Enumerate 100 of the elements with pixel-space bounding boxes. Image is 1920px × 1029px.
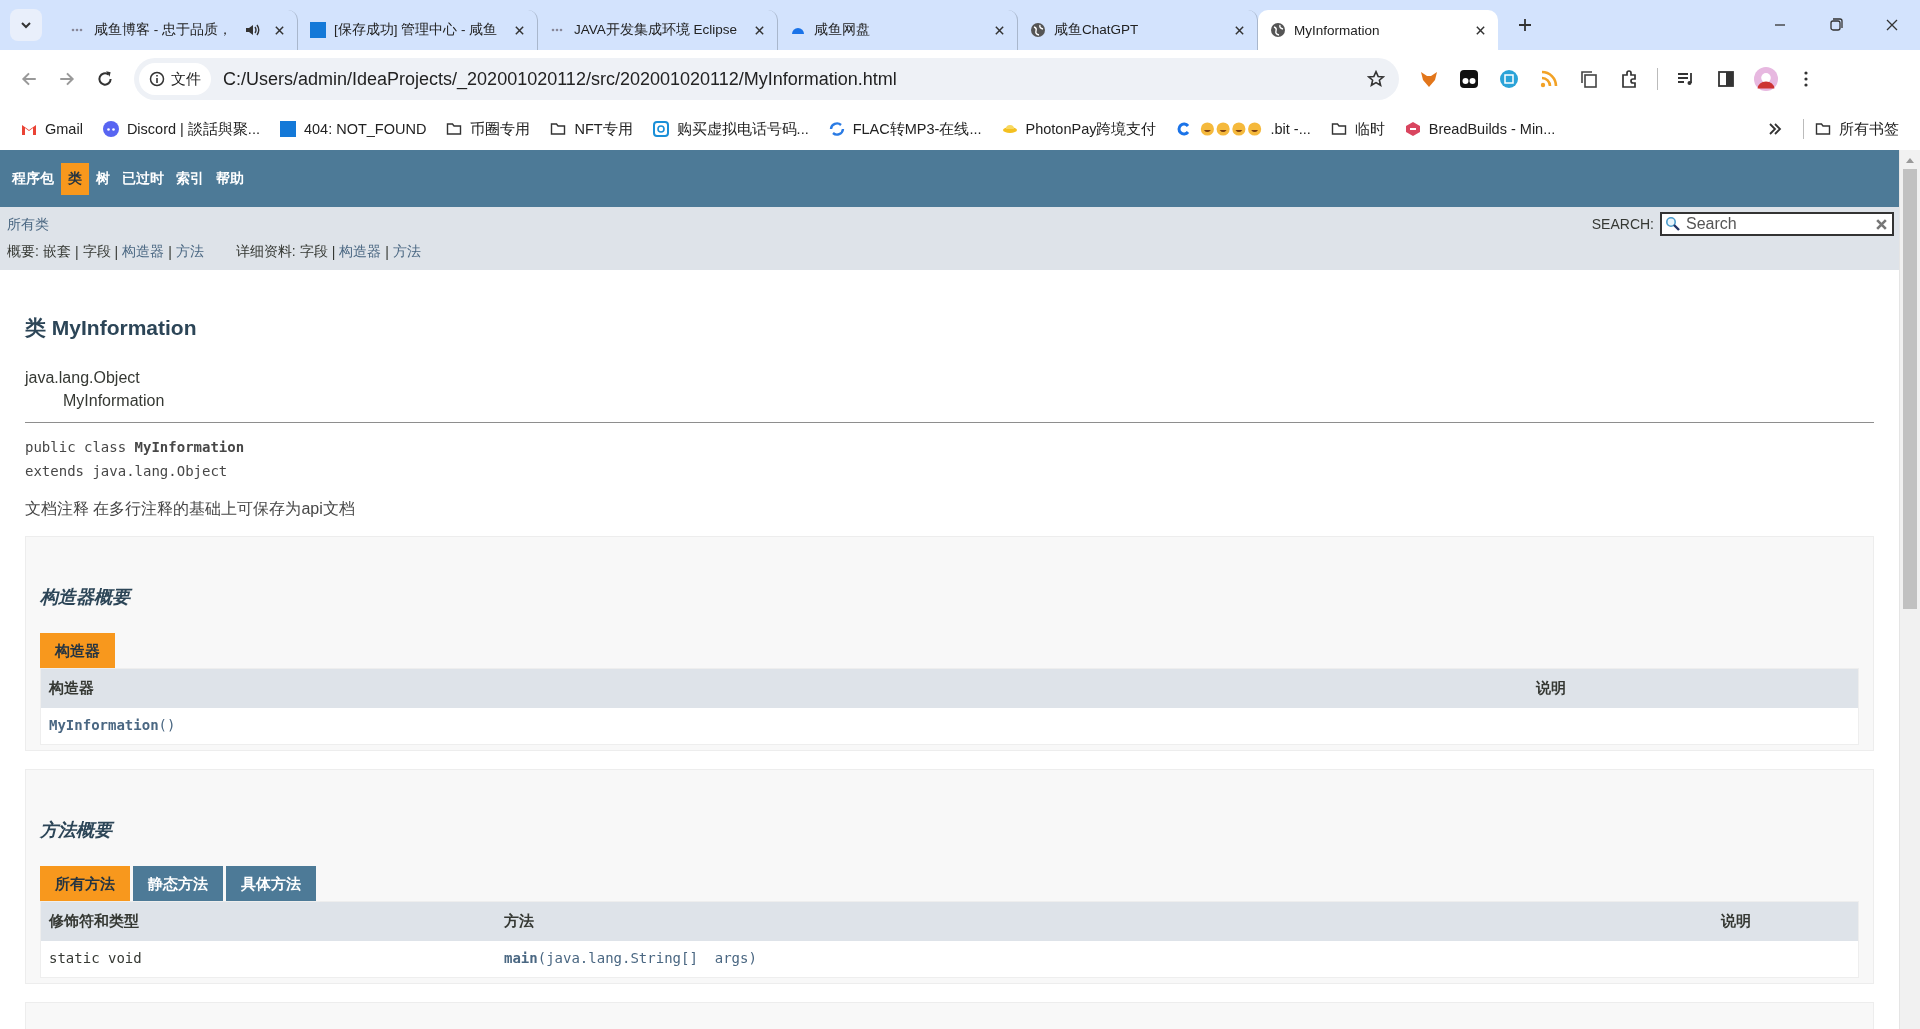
nav-link[interactable]: 帮助 [211, 163, 249, 194]
all-bookmarks-folder[interactable]: 所有书签 [1806, 115, 1908, 143]
tab-title: [保存成功] 管理中心 - 咸鱼 [334, 21, 499, 39]
tab-title: 咸鱼网盘 [814, 21, 871, 39]
column-header: 修饰符和类型 [41, 902, 496, 941]
nav-link[interactable]: 索引 [171, 163, 209, 194]
bookmark[interactable]: Discord | 談話與聚... [93, 115, 269, 143]
em-logo-icon [279, 121, 296, 137]
bookmark-label: 404: NOT_FOUND [303, 121, 427, 137]
bookmark[interactable]: 币圈专用 [437, 115, 540, 143]
detail-link[interactable]: 方法 [393, 243, 421, 262]
bookmark-label: 币圈专用 [470, 119, 531, 139]
bookmark-label: PhotonPay跨境支付 [1025, 119, 1157, 139]
bookmark-label: Gmail [45, 121, 83, 137]
detail-label: 详细资料: [235, 243, 296, 262]
section-heading: 方法概要 [40, 818, 1859, 842]
bookmark[interactable]: 临时 [1321, 115, 1394, 143]
folder-icon [446, 121, 463, 137]
close-icon[interactable] [994, 24, 1005, 36]
inheritance-item: MyInformation [62, 391, 166, 411]
class-signature: extends java.lang.Object [25, 462, 229, 481]
search-field[interactable]: Search [1660, 212, 1894, 236]
section-heading: 构造器概要 [40, 585, 1859, 609]
clear-icon[interactable] [1875, 217, 1888, 231]
search-label: SEARCH: [1591, 216, 1654, 232]
speaker-icon[interactable] [244, 22, 260, 38]
discord-icon [102, 121, 119, 137]
summary-link[interactable]: 方法 [175, 243, 204, 262]
browser-tab[interactable]: JAVA开发集成环境 Eclipse [538, 10, 778, 50]
bookmark-label: .bit -... [1270, 121, 1311, 137]
bread-icon [1404, 121, 1421, 137]
bookmark[interactable]: PhotonPay跨境支付 [992, 115, 1166, 143]
url-text: C:/Users/admin/IdeaProjects/_202001020112/src/202001020112/MyInformation.html [223, 68, 897, 90]
nav-link[interactable]: 程序包 [7, 163, 59, 194]
nav-link[interactable]: 已过时 [117, 163, 169, 194]
restore-icon[interactable] [1829, 18, 1843, 32]
bookmark[interactable]: 购买虚拟电话号码... [643, 115, 818, 143]
class-signature: public class MyInformation [25, 438, 246, 457]
bookmark-label: Discord | 談話與聚... [126, 119, 260, 139]
browser-tab[interactable]: MyInformation [1258, 10, 1498, 50]
bookmark-label: BreadBuilds - Min... [1428, 121, 1556, 137]
section-name: 字段 [299, 243, 328, 262]
globe-icon [1270, 22, 1286, 38]
bookmark-label: 临时 [1354, 119, 1385, 139]
bookmark-label: 购买虚拟电话号码... [676, 119, 809, 139]
new-tab-icon[interactable] [1518, 18, 1532, 32]
close-icon[interactable] [1885, 18, 1899, 32]
chevrons-icon[interactable] [1767, 121, 1783, 137]
tab-search-button[interactable] [10, 9, 42, 41]
table-tab[interactable]: 构造器 [40, 633, 115, 668]
column-header: 构造器 [41, 669, 1528, 708]
class-title: 类 MyInformation [25, 315, 198, 341]
column-header: 说明 [1528, 669, 1858, 708]
tab-title: 咸鱼博客 - 忠于品质， [94, 21, 233, 39]
bookmark[interactable]: 404: NOT_FOUND [270, 117, 436, 141]
separator: | [74, 244, 79, 261]
summary-link[interactable]: 构造器 [122, 243, 165, 262]
scrollbar-thumb[interactable] [1903, 169, 1917, 609]
table-tab[interactable]: 具体方法 [226, 866, 316, 901]
bookmark[interactable]: FLAC转MP3-在线... [819, 115, 991, 143]
folder-icon [1815, 121, 1831, 137]
bookmark[interactable]: .bit -... [1167, 117, 1320, 141]
bookmark-label: 所有书签 [1839, 119, 1899, 139]
nav-link[interactable]: 树 [91, 163, 115, 194]
bookmark-label: FLAC转MP3-在线... [852, 119, 982, 139]
table-cell: MyInformation() [49, 717, 176, 733]
separator: | [331, 244, 336, 261]
bookmark[interactable]: NFT专用 [541, 115, 642, 143]
detail-link[interactable]: 构造器 [339, 243, 382, 262]
site-info-chip[interactable]: 文件 [139, 63, 211, 95]
summary-label: 概要: [7, 243, 39, 262]
separator: | [168, 244, 172, 261]
bookmark-label: NFT专用 [574, 119, 633, 139]
close-icon[interactable] [754, 24, 765, 36]
column-header: 说明 [1713, 902, 1858, 941]
app-icon [652, 121, 669, 137]
table-tab[interactable]: 所有方法 [40, 866, 130, 901]
bookmark[interactable]: Gmail [12, 117, 92, 141]
browser-tab[interactable]: [保存成功] 管理中心 - 咸鱼 [298, 10, 538, 50]
nav-link[interactable]: 类 [61, 162, 89, 195]
close-icon[interactable] [514, 24, 525, 36]
close-icon[interactable] [1234, 24, 1245, 36]
browser-tab[interactable]: 咸鱼网盘 [778, 10, 1018, 50]
scrollbar[interactable] [1899, 150, 1920, 1029]
bookmark[interactable]: BreadBuilds - Min... [1395, 117, 1565, 141]
close-icon[interactable] [1475, 24, 1486, 36]
table-tab[interactable]: 静态方法 [133, 866, 223, 901]
info-icon [149, 71, 165, 87]
search-icon [1665, 216, 1681, 232]
section-name: 嵌套 [42, 243, 71, 262]
browser-tab[interactable]: 咸鱼博客 - 忠于品质， [58, 10, 298, 50]
inheritance-item: java.lang.Object [25, 368, 141, 388]
address-bar[interactable]: 文件 C:/Users/admin/IdeaProjects/_202001020112/src/202001020112/MyInformation.html [134, 58, 1399, 100]
separator: | [114, 244, 119, 261]
tab-title: JAVA开发集成环境 Eclipse [574, 21, 739, 39]
close-icon[interactable] [274, 24, 285, 36]
swirl-icon [828, 121, 845, 137]
all-classes-link[interactable]: 所有类 [7, 215, 421, 234]
tab-title: MyInformation [1294, 22, 1381, 38]
globe-icon [1030, 22, 1046, 38]
